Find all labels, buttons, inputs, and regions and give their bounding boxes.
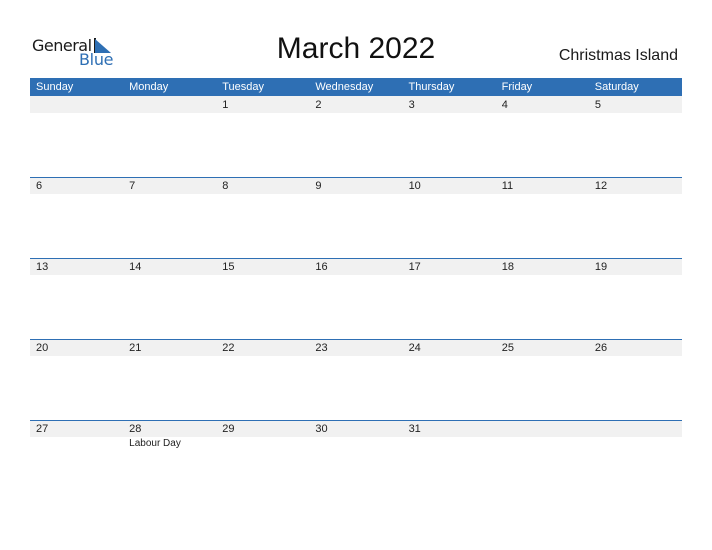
day-number: 11: [501, 180, 514, 192]
day-number: 20: [36, 342, 49, 354]
day-number: 5: [594, 99, 601, 111]
day-cell: [30, 96, 123, 177]
day-cell: 21: [123, 339, 216, 420]
day-number: 18: [501, 261, 514, 273]
day-number: 23: [315, 342, 328, 354]
day-cell: [123, 96, 216, 177]
week-row: 27 28 Labour Day 29 30 31: [30, 420, 682, 501]
day-cell: 24: [403, 339, 496, 420]
day-cell: 29: [216, 420, 309, 501]
day-cell: 31: [403, 420, 496, 501]
day-number: 6: [36, 180, 43, 192]
day-cell: 5: [589, 96, 682, 177]
day-number: 15: [222, 261, 235, 273]
day-cell: 23: [309, 339, 402, 420]
day-cell: 18: [496, 258, 589, 339]
weekday-monday: Monday: [129, 81, 169, 93]
day-number: 9: [315, 180, 322, 192]
day-cell: 14: [123, 258, 216, 339]
weekday-sunday: Sunday: [36, 81, 74, 93]
day-cell: 6: [30, 177, 123, 258]
weekday-header: Sunday Monday Tuesday Wednesday Thursday…: [30, 78, 682, 96]
weekday-saturday: Saturday: [594, 81, 639, 93]
day-cell: 13: [30, 258, 123, 339]
day-number: 12: [594, 180, 608, 192]
day-cell: 7: [123, 177, 216, 258]
day-number: 14: [129, 261, 142, 273]
week-row: 1 2 3 4 5: [30, 96, 682, 177]
day-number: 10: [408, 180, 421, 192]
day-number: 17: [408, 261, 421, 273]
weekday-friday: Friday: [501, 81, 533, 93]
weekday-thursday: Thursday: [408, 81, 455, 93]
day-number: 24: [408, 342, 421, 354]
day-number: 4: [501, 99, 508, 111]
day-number: 25: [501, 342, 514, 354]
day-cell: [496, 420, 589, 501]
holiday-label: Labour Day: [129, 438, 181, 449]
day-number: 27: [36, 423, 49, 435]
day-cell: 27: [30, 420, 123, 501]
day-number: 8: [222, 180, 229, 192]
week-row: 6 7 8 9 10 11 12: [30, 177, 682, 258]
day-cell: 17: [403, 258, 496, 339]
week-row: 13 14 15 16 17 18 19: [30, 258, 682, 339]
day-number: 13: [36, 261, 49, 273]
day-cell: 19: [589, 258, 682, 339]
region-label: Christmas Island: [558, 47, 678, 64]
day-cell: 8: [216, 177, 309, 258]
day-number: 31: [408, 423, 421, 435]
day-number: 26: [594, 342, 608, 354]
day-cell: 4: [496, 96, 589, 177]
day-cell: 28 Labour Day: [123, 420, 216, 501]
week-row: 20 21 22 23 24 25 26: [30, 339, 682, 420]
day-cell: 3: [403, 96, 496, 177]
day-cell: 12: [589, 177, 682, 258]
day-cell: 10: [403, 177, 496, 258]
day-number: 21: [129, 342, 142, 354]
day-cell: 1: [216, 96, 309, 177]
day-cell: 15: [216, 258, 309, 339]
day-number: 29: [222, 423, 235, 435]
day-cell: 20: [30, 339, 123, 420]
weekday-tuesday: Tuesday: [222, 81, 265, 93]
day-number: 16: [315, 261, 328, 273]
day-cell: 22: [216, 339, 309, 420]
day-cell: [589, 420, 682, 501]
day-cell: 25: [496, 339, 589, 420]
day-cell: 30: [309, 420, 402, 501]
weekday-wednesday: Wednesday: [315, 81, 374, 93]
day-cell: 2: [309, 96, 402, 177]
day-cell: 9: [309, 177, 402, 258]
day-number: 28: [129, 423, 142, 435]
day-number: 30: [315, 423, 328, 435]
day-number: 22: [222, 342, 235, 354]
day-number: 2: [315, 99, 322, 111]
day-cell: 16: [309, 258, 402, 339]
day-cell: 26: [589, 339, 682, 420]
day-number: 1: [222, 99, 229, 111]
day-number: 3: [408, 99, 415, 111]
day-number: 7: [129, 180, 136, 192]
day-cell: 11: [496, 177, 589, 258]
day-number: 19: [594, 261, 608, 273]
